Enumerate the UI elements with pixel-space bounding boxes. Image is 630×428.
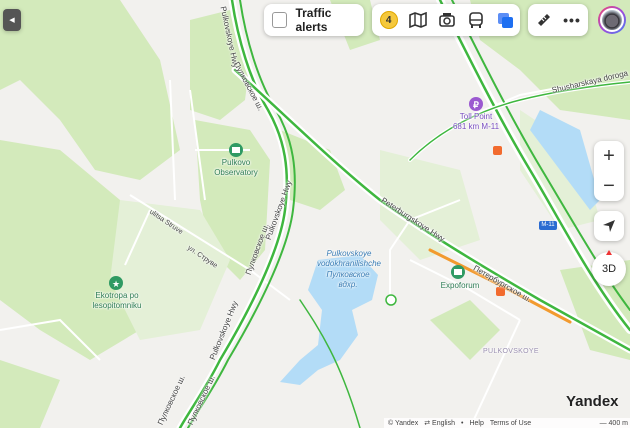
svg-text:★: ★	[112, 279, 120, 289]
pulkovskoye-district-label: PULKOVSKOYE	[483, 348, 539, 355]
avatar-image	[600, 8, 624, 32]
ekotropa-label[interactable]: Ekotropa po lesopitomniku	[86, 291, 148, 311]
zoom-in-button[interactable]: +	[594, 141, 624, 171]
language-link[interactable]: ⇄ English	[424, 419, 455, 427]
footer-bar: © Yandex ⇄ English • Help Terms of Use —…	[384, 418, 630, 428]
chevron-left-icon: ◀	[9, 17, 15, 24]
map-layers-button[interactable]	[491, 3, 520, 37]
observatory-marker[interactable]	[229, 143, 243, 157]
expoforum-marker[interactable]	[451, 265, 465, 279]
traffic-alerts-toggle[interactable]: Traffic alerts	[264, 4, 364, 36]
traffic-alerts-label: Traffic alerts	[295, 6, 332, 34]
yandex-logo-text: Yandex	[566, 393, 619, 410]
bus-icon	[469, 11, 484, 28]
toll-point-label[interactable]: Toll Point 681 km M-11	[446, 112, 506, 132]
fuel-marker[interactable]	[493, 146, 502, 155]
my-location-button[interactable]	[594, 211, 624, 241]
tools-panel: •••	[528, 4, 588, 36]
checkbox-icon[interactable]	[272, 12, 288, 28]
camera-icon	[439, 13, 455, 27]
sidebar-toggle-button[interactable]: ◀	[3, 9, 21, 31]
separator-dot: •	[461, 419, 464, 427]
terms-link[interactable]: Terms of Use	[490, 420, 531, 427]
roundabout	[385, 294, 397, 306]
traffic-level-badge: 4	[379, 11, 398, 29]
observatory-label[interactable]: Pulkovo Observatory	[206, 158, 266, 178]
copyright-text: © Yandex	[388, 419, 419, 427]
navigation-arrow-icon	[603, 220, 615, 232]
user-avatar[interactable]	[598, 6, 626, 34]
more-dots-icon: •••	[563, 12, 581, 28]
reservoir-label-en: Pulkovskoye vodokhranilishche	[316, 249, 382, 268]
3d-view-button[interactable]: 3D	[592, 250, 626, 286]
map-canvas[interactable]: ₽ ★	[0, 0, 630, 428]
scale-bar: — 400 m	[599, 419, 628, 427]
zoom-control: + −	[594, 141, 624, 201]
panorama-button[interactable]	[403, 3, 432, 37]
traffic-level-button[interactable]: 4	[374, 3, 403, 37]
expoforum-label[interactable]: Expoforum	[432, 281, 488, 291]
layers-icon	[497, 12, 513, 28]
3d-label: 3D	[601, 263, 617, 275]
toll-point-marker[interactable]: ₽	[469, 97, 483, 111]
ekotropa-marker[interactable]: ★	[109, 276, 123, 290]
layers-panel: 4	[372, 4, 520, 36]
ruler-button[interactable]	[530, 3, 558, 37]
transit-button[interactable]	[462, 3, 491, 37]
yandex-logo[interactable]: Yandex	[566, 393, 619, 410]
help-link[interactable]: Help	[469, 420, 483, 427]
compass-north-icon	[606, 250, 612, 255]
zoom-out-button[interactable]: −	[594, 171, 624, 201]
camera-button[interactable]	[432, 3, 461, 37]
ruler-icon	[538, 14, 550, 26]
reservoir-label-ru: Пулковское вдхр.	[326, 270, 370, 289]
more-options-button[interactable]: •••	[558, 3, 586, 37]
m11-shield-label: M-11	[541, 222, 555, 228]
language-icon: ⇄	[424, 420, 431, 427]
panorama-map-icon	[408, 12, 427, 28]
svg-text:₽: ₽	[473, 100, 479, 110]
